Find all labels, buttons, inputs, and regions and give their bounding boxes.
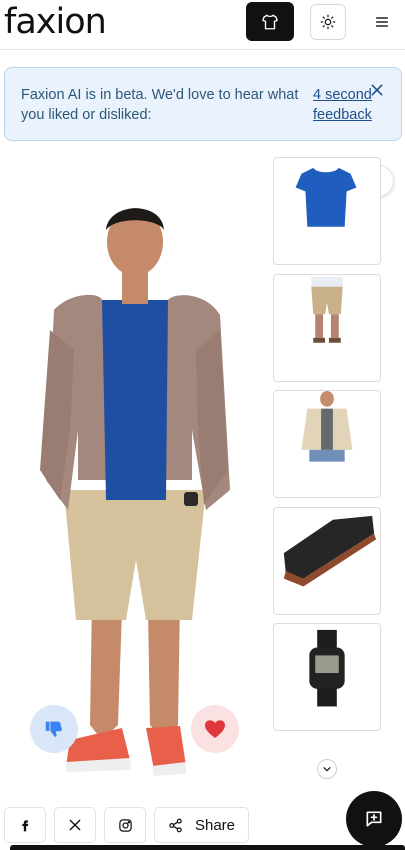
thumbs-down-icon <box>45 721 62 737</box>
heart-icon <box>205 720 225 738</box>
wardrobe-button[interactable] <box>246 2 294 41</box>
chat-feedback-button[interactable] <box>346 791 402 847</box>
chat-plus-icon <box>366 811 382 827</box>
thumbnail-blue-tshirt[interactable] <box>273 157 381 265</box>
try-on-model-image <box>30 180 260 790</box>
sun-icon <box>320 14 336 30</box>
thumbnail-black-digital-watch[interactable] <box>273 623 381 731</box>
facebook-share-button[interactable] <box>4 807 46 843</box>
top-header: faxion <box>0 0 405 50</box>
instagram-icon <box>118 818 132 832</box>
thumbnail-black-sneakers[interactable] <box>273 507 381 615</box>
faxion-logo[interactable]: faxion <box>4 0 107 44</box>
share-icon <box>169 818 182 832</box>
thumbnail-beige-jacket[interactable] <box>273 390 381 498</box>
scroll-down-button[interactable] <box>317 759 337 779</box>
chevron-down-icon <box>323 767 331 772</box>
dislike-button[interactable] <box>30 705 78 753</box>
shirt-icon <box>262 14 278 29</box>
x-icon <box>69 819 81 831</box>
x-share-button[interactable] <box>54 807 96 843</box>
theme-toggle-button[interactable] <box>310 4 346 40</box>
love-button[interactable] <box>191 705 239 753</box>
instagram-share-button[interactable] <box>104 807 146 843</box>
share-button[interactable]: Share <box>154 807 249 843</box>
bottom-bar <box>10 845 405 850</box>
close-icon[interactable] <box>369 82 385 98</box>
facebook-icon <box>22 820 29 832</box>
share-label: Share <box>194 816 236 834</box>
menu-button[interactable] <box>368 8 396 36</box>
beta-feedback-banner: Faxion AI is in beta. We'd love to hear … <box>4 67 402 141</box>
menu-icon <box>375 17 389 27</box>
banner-message: Faxion AI is in beta. We'd love to hear … <box>21 87 299 123</box>
thumbnail-khaki-shorts[interactable] <box>273 274 381 382</box>
